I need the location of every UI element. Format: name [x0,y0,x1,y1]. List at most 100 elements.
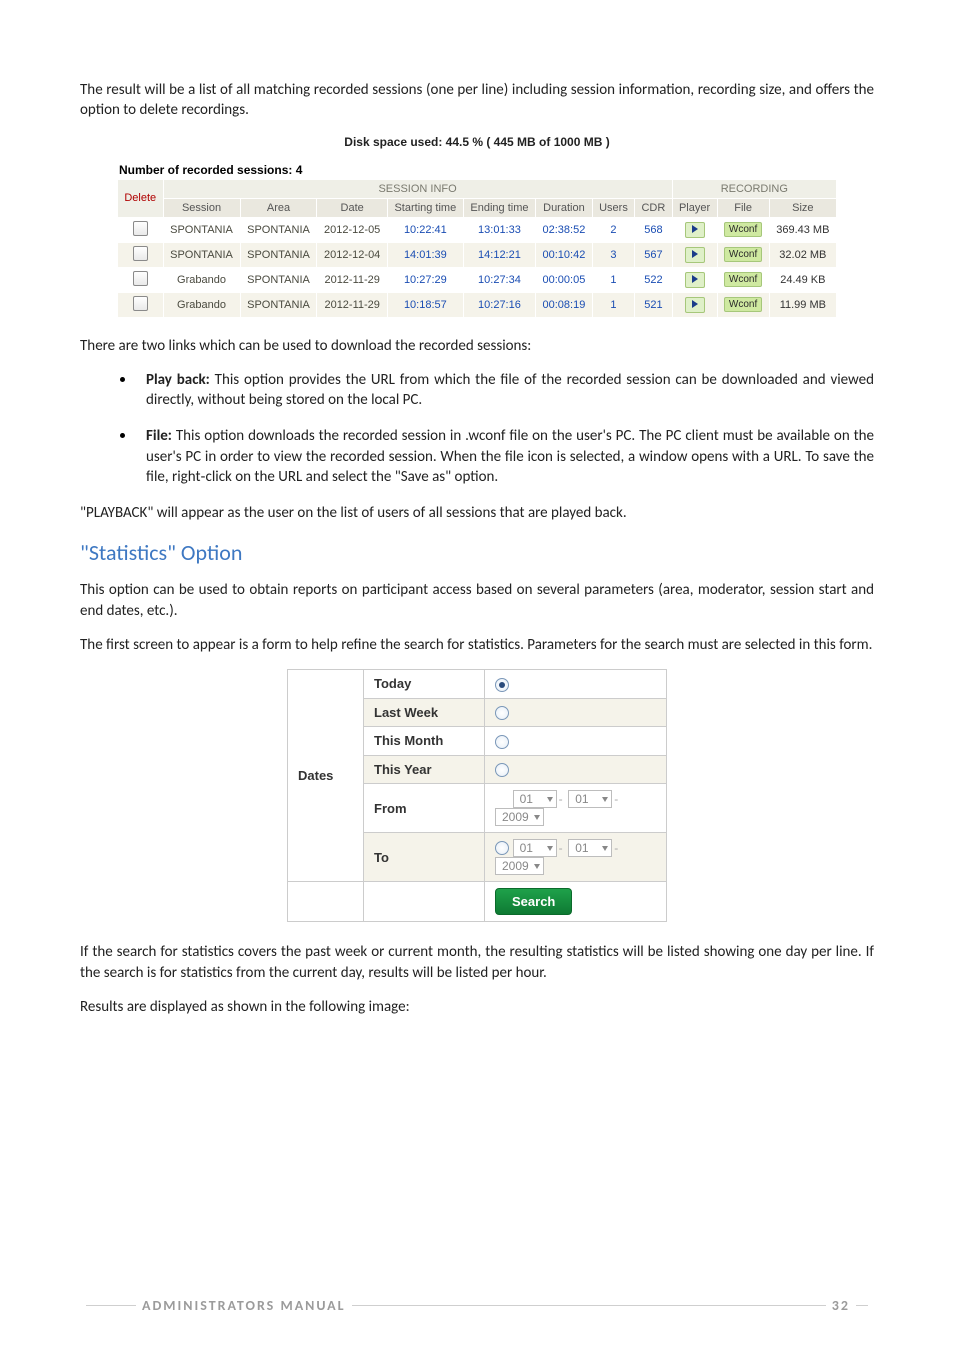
from-year-select[interactable]: 2009 [495,808,544,826]
bullet-playback-text: This option provides the URL from which … [146,371,874,409]
cell-duration: 02:38:52 [536,217,593,242]
cell-date: 2012-11-29 [317,292,387,317]
play-icon[interactable] [685,222,705,238]
col-area: Area [240,198,317,217]
bullet-playback: Play back: This option provides the URL … [120,370,874,411]
col-cdr: CDR [635,198,672,217]
col-file: File [717,198,769,217]
cell-session: SPONTANIA [163,217,240,242]
dates-widget: Dates Today Last Week This Month This Ye… [287,669,667,922]
stats-paragraph-2: The first screen to appear is a form to … [80,635,874,655]
table-row: GrabandoSPONTANIA2012-11-2910:27:2910:27… [118,267,837,292]
col-recording: RECORDING [672,179,836,198]
row-lastweek-label: Last Week [364,698,485,727]
table-row: SPONTANIASPONTANIA2012-12-0414:01:3914:1… [118,242,837,267]
cell-cdr: 567 [635,242,672,267]
bullet-file: File: This option downloads the recorded… [120,426,874,487]
to-day-select[interactable]: 01 [513,839,557,857]
cell-area: SPONTANIA [240,267,317,292]
stats-paragraph-4: Results are displayed as shown in the fo… [80,997,874,1017]
col-duration: Duration [536,198,593,217]
play-icon[interactable] [685,247,705,263]
play-icon[interactable] [685,272,705,288]
cell-date: 2012-11-29 [317,267,387,292]
from-day-select[interactable]: 01 [513,790,557,808]
radio-last-week[interactable] [495,706,509,720]
row-from-label: From [364,784,485,833]
cell-size: 11.99 MB [769,292,836,317]
cell-size: 24.49 KB [769,267,836,292]
col-delete: Delete [118,179,164,217]
col-session-info: SESSION INFO [163,179,672,198]
wconf-file-link[interactable]: Wconf [724,297,762,312]
delete-checkbox[interactable] [133,221,148,236]
cell-area: SPONTANIA [240,242,317,267]
playback-note: "PLAYBACK" will appear as the user on th… [80,503,874,523]
search-button[interactable]: Search [495,888,572,915]
cell-session: Grabando [163,292,240,317]
sessions-count: Number of recorded sessions: 4 [119,163,837,177]
from-month-select[interactable]: 01 [568,790,612,808]
row-to-label: To [364,833,485,882]
col-end: Ending time [463,198,535,217]
statistics-heading: "Statistics" Option [80,539,874,566]
sessions-table: Delete SESSION INFO RECORDING Session Ar… [117,179,837,318]
delete-checkbox[interactable] [133,271,148,286]
cell-users: 2 [592,217,634,242]
cell-session: Grabando [163,267,240,292]
cell-start: 10:27:29 [387,267,463,292]
col-users: Users [592,198,634,217]
col-size: Size [769,198,836,217]
footer-page-number: 32 [832,1297,850,1314]
cell-start: 10:18:57 [387,292,463,317]
table-row: SPONTANIASPONTANIA2012-12-0510:22:4113:0… [118,217,837,242]
stats-paragraph-3: If the search for statistics covers the … [80,942,874,983]
page-footer: ADMINISTRATORS MANUAL 32 [0,1297,954,1314]
row-today-label: Today [364,670,485,699]
cell-cdr: 568 [635,217,672,242]
cell-duration: 00:08:19 [536,292,593,317]
to-year-select[interactable]: 2009 [495,857,544,875]
cell-size: 32.02 MB [769,242,836,267]
row-thismonth-label: This Month [364,727,485,756]
intro-paragraph: The result will be a list of all matchin… [80,80,874,121]
cell-start: 10:22:41 [387,217,463,242]
bullet-playback-label: Play back: [146,371,210,389]
table-row: GrabandoSPONTANIA2012-11-2910:18:5710:27… [118,292,837,317]
cell-users: 1 [592,267,634,292]
col-start: Starting time [387,198,463,217]
wconf-file-link[interactable]: Wconf [724,247,762,262]
cell-end: 10:27:34 [463,267,535,292]
cell-end: 13:01:33 [463,217,535,242]
cell-cdr: 521 [635,292,672,317]
radio-range[interactable] [495,841,509,855]
radio-this-month[interactable] [495,735,509,749]
cell-duration: 00:00:05 [536,267,593,292]
wconf-file-link[interactable]: Wconf [724,272,762,287]
play-icon[interactable] [685,297,705,313]
col-date: Date [317,198,387,217]
cell-date: 2012-12-05 [317,217,387,242]
cell-end: 14:12:21 [463,242,535,267]
cell-users: 1 [592,292,634,317]
cell-session: SPONTANIA [163,242,240,267]
cell-end: 10:27:16 [463,292,535,317]
cell-duration: 00:10:42 [536,242,593,267]
cell-size: 369.43 MB [769,217,836,242]
cell-area: SPONTANIA [240,217,317,242]
delete-checkbox[interactable] [133,246,148,261]
cell-start: 14:01:39 [387,242,463,267]
footer-title: ADMINISTRATORS MANUAL [142,1297,346,1314]
links-paragraph: There are two links which can be used to… [80,336,874,356]
wconf-file-link[interactable]: Wconf [724,222,762,237]
delete-checkbox[interactable] [133,296,148,311]
radio-today[interactable] [495,678,509,692]
cell-date: 2012-12-04 [317,242,387,267]
sessions-table-wrap: Number of recorded sessions: 4 Delete SE… [117,163,837,318]
dates-group-label: Dates [288,670,364,882]
cell-area: SPONTANIA [240,292,317,317]
radio-this-year[interactable] [495,763,509,777]
to-month-select[interactable]: 01 [568,839,612,857]
cell-users: 3 [592,242,634,267]
bullet-file-text: This option downloads the recorded sessi… [146,427,874,486]
